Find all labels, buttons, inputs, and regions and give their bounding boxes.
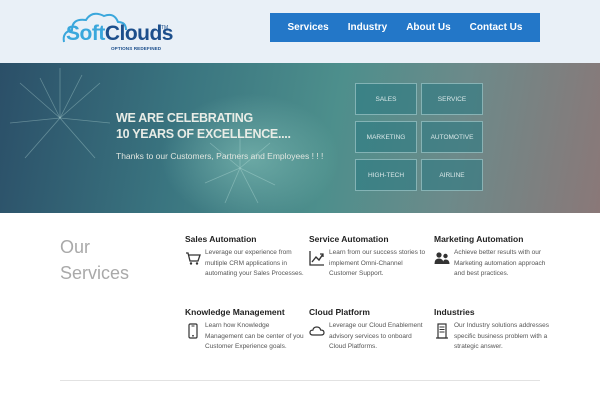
hero-headline-line1: WE ARE CELEBRATING xyxy=(116,111,253,125)
main-nav: Services Industry About Us Contact Us xyxy=(270,13,540,42)
tile-sales[interactable]: SALES xyxy=(355,83,417,115)
tile-marketing[interactable]: MARKETING xyxy=(355,121,417,153)
services-heading-line1: Our xyxy=(60,237,91,257)
nav-industry[interactable]: Industry xyxy=(348,22,387,33)
service-title: Industries xyxy=(434,307,475,317)
service-description: Learn how Knowledge Management can be ce… xyxy=(205,322,304,350)
logo-soft-text: Soft xyxy=(66,22,105,45)
tile-automotive[interactable]: AUTOMOTIVE xyxy=(421,121,483,153)
service-description: Leverage our Cloud Enablement advisory s… xyxy=(329,322,423,350)
hero-banner: WE ARE CELEBRATING 10 YEARS OF EXCELLENC… xyxy=(0,63,600,213)
tile-high-tech[interactable]: HIGH-TECH xyxy=(355,159,417,191)
server-icon xyxy=(436,323,448,339)
industry-tiles: SALES SERVICE MARKETING AUTOMOTIVE HIGH-… xyxy=(355,83,485,191)
nav-contact-us[interactable]: Contact Us xyxy=(470,22,523,33)
firework-decoration xyxy=(9,68,276,204)
service-title: Knowledge Management xyxy=(185,307,285,317)
site-header: SoftClouds TM OPTIONS REDEFINED Services… xyxy=(0,0,600,63)
service-title: Sales Automation xyxy=(185,234,257,244)
footer-divider xyxy=(60,380,540,381)
service-description: Our Industry solutions addresses specifi… xyxy=(454,322,550,350)
service-title: Cloud Platform xyxy=(309,307,370,317)
services-heading: Our Services xyxy=(60,234,129,286)
shopping-cart-icon xyxy=(186,252,201,265)
service-title: Service Automation xyxy=(309,234,389,244)
users-icon xyxy=(434,252,450,264)
softclouds-logo[interactable]: SoftClouds TM OPTIONS REDEFINED xyxy=(60,8,174,54)
hero-headline-line2: 10 YEARS OF EXCELLENCE.... xyxy=(116,127,291,141)
service-description: Learn from our success stories to implem… xyxy=(329,249,426,277)
logo-trademark: TM xyxy=(161,25,169,31)
nav-services[interactable]: Services xyxy=(288,22,329,33)
cloud-icon xyxy=(309,326,325,336)
tile-airline[interactable]: AIRLINE xyxy=(421,159,483,191)
services-heading-line2: Services xyxy=(60,263,130,283)
hero-subline: Thanks to our Customers, Partners and Em… xyxy=(116,151,324,161)
service-description: Achieve better results with our Marketin… xyxy=(454,249,546,277)
trend-chart-icon xyxy=(309,251,324,266)
logo-tagline: OPTIONS REDEFINED xyxy=(111,46,162,51)
nav-about-us[interactable]: About Us xyxy=(406,22,450,33)
service-description: Leverage our experience from multiple CR… xyxy=(205,249,304,277)
service-title: Marketing Automation xyxy=(434,234,524,244)
tile-service[interactable]: SERVICE xyxy=(421,83,483,115)
mobile-phone-icon xyxy=(188,323,198,339)
logo-wordmark: SoftClouds xyxy=(66,22,174,46)
